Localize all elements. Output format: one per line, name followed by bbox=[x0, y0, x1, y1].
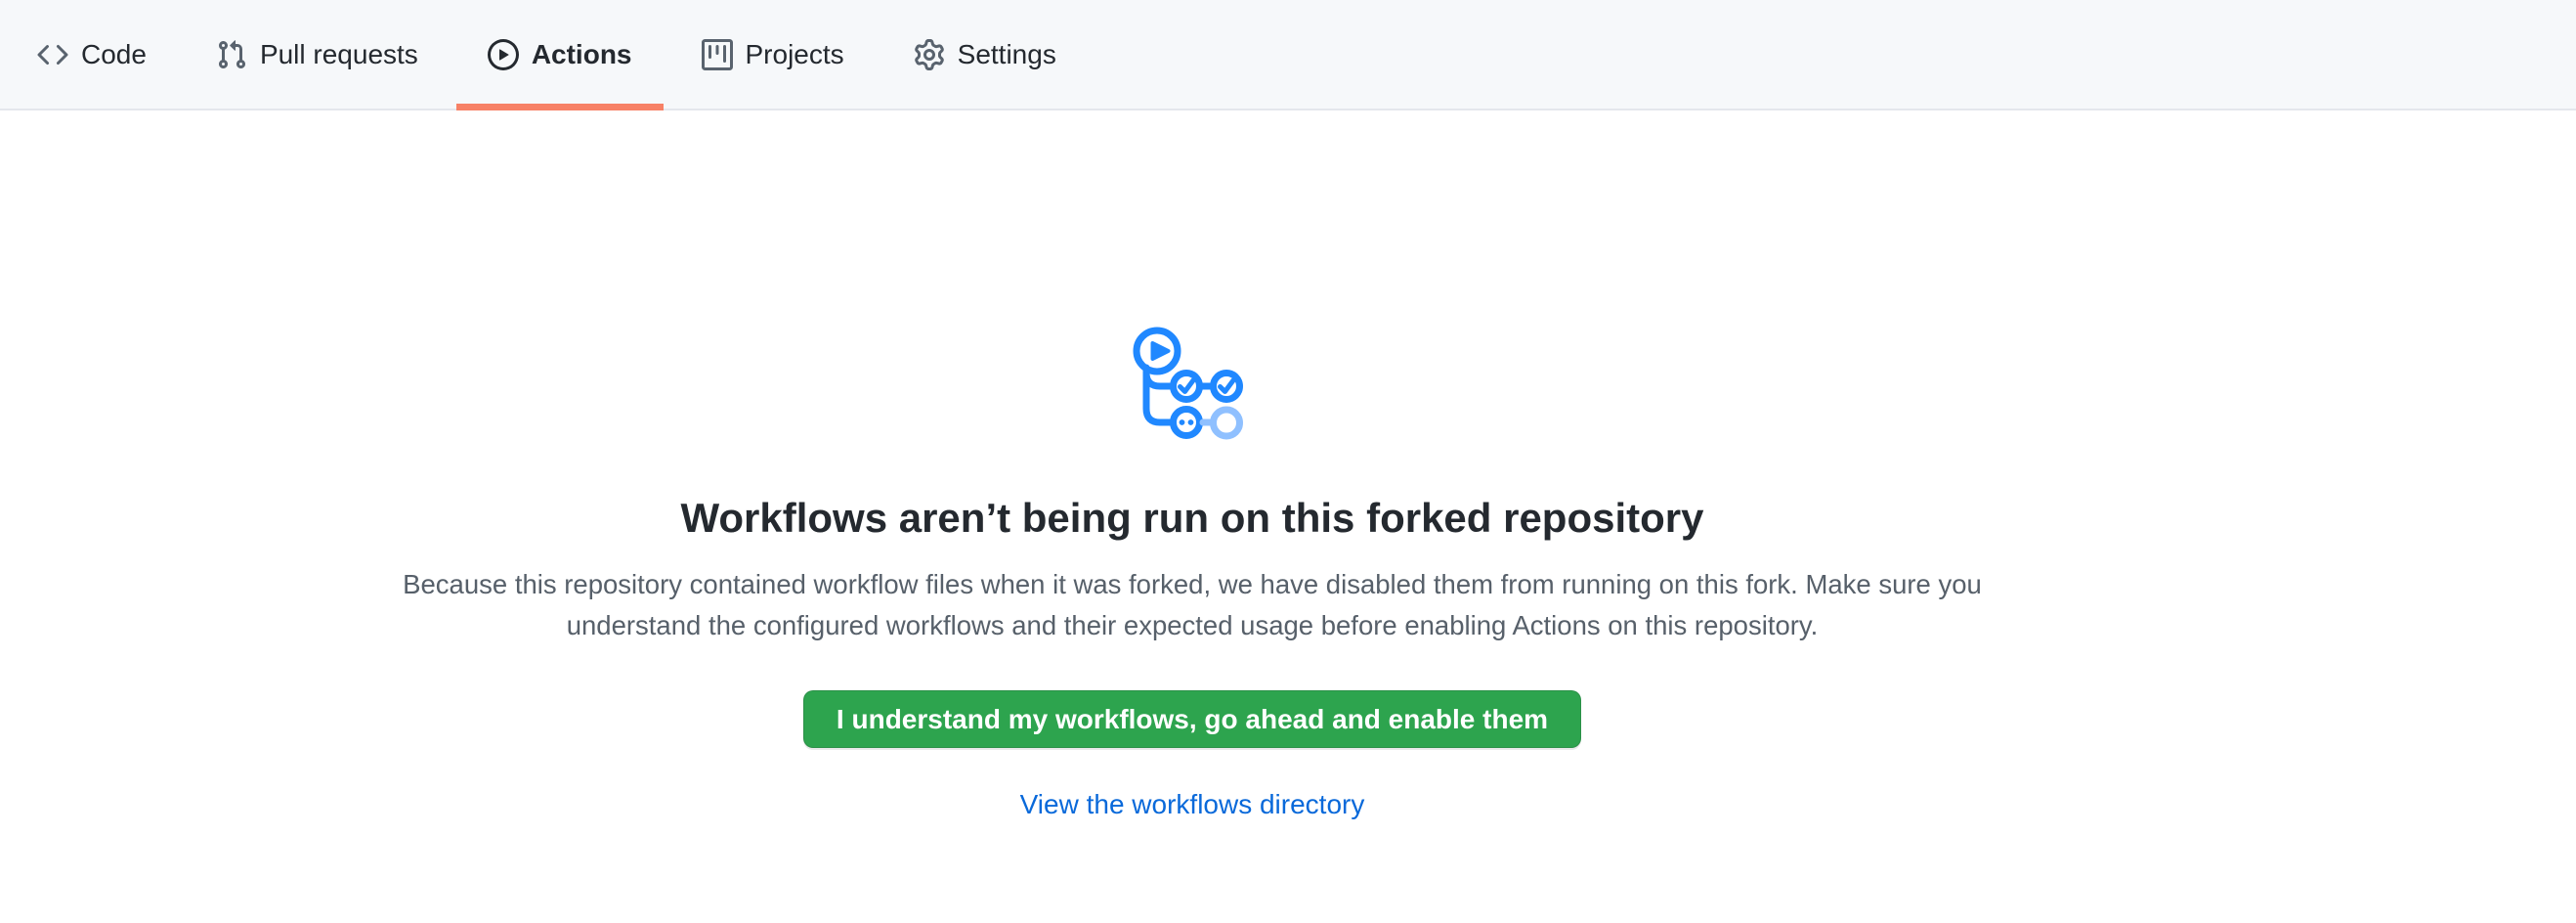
tab-settings[interactable]: Settings bbox=[882, 0, 1088, 109]
gear-icon bbox=[914, 39, 945, 70]
code-icon bbox=[37, 39, 68, 70]
git-pull-request-icon bbox=[216, 39, 247, 70]
workflow-graph-icon bbox=[1133, 327, 1252, 448]
repo-tab-nav: Code Pull requests Actions Projects Sett… bbox=[0, 0, 2576, 110]
tab-pull-requests[interactable]: Pull requests bbox=[185, 0, 450, 109]
empty-state-description: Because this repository contained workfl… bbox=[391, 564, 1994, 646]
tab-code-label: Code bbox=[81, 41, 147, 68]
enable-workflows-button[interactable]: I understand my workflows, go ahead and … bbox=[803, 690, 1581, 748]
empty-state: Workflows aren’t being run on this forke… bbox=[0, 327, 2384, 820]
tab-actions-label: Actions bbox=[532, 41, 632, 68]
project-icon bbox=[702, 39, 733, 70]
tab-projects-label: Projects bbox=[746, 41, 844, 68]
tab-actions[interactable]: Actions bbox=[456, 0, 664, 109]
view-workflows-directory-link[interactable]: View the workflows directory bbox=[1020, 789, 1365, 820]
tab-projects[interactable]: Projects bbox=[670, 0, 876, 109]
actions-empty-state-page: Workflows aren’t being run on this forke… bbox=[0, 110, 2576, 820]
tab-settings-label: Settings bbox=[958, 41, 1056, 68]
tab-pull-requests-label: Pull requests bbox=[260, 41, 418, 68]
play-circle-icon bbox=[488, 39, 519, 70]
tab-code[interactable]: Code bbox=[6, 0, 178, 109]
page-title: Workflows aren’t being run on this forke… bbox=[680, 493, 1703, 545]
